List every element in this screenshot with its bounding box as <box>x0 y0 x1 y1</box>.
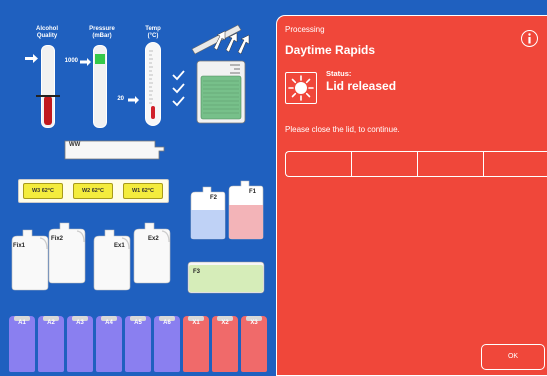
bottle-fix2[interactable]: Fix2 <box>47 222 87 284</box>
alcohol-quality-gauge[interactable] <box>36 45 60 128</box>
pressure-label: Pressure (mBar) <box>89 26 115 39</box>
pressure-value: 1000 <box>64 58 78 64</box>
reagent-bottle-a3[interactable]: A3 <box>67 316 93 372</box>
wax-bath-label: WW <box>69 142 81 148</box>
retort-graphic <box>191 24 250 124</box>
temperature-value: 20 <box>117 96 124 102</box>
protocol-name: Daytime Rapids <box>285 43 376 57</box>
bottle-ex1-label: Ex1 <box>114 243 125 249</box>
panel-header: Processing <box>285 25 325 34</box>
level-check-icons <box>172 70 185 107</box>
progress-divider <box>351 152 352 176</box>
info-glyph <box>528 33 531 44</box>
reagent-label: A1 <box>18 320 26 326</box>
reagent-label: X1 <box>192 320 200 326</box>
bottle-ex2[interactable]: Ex2 <box>132 222 172 284</box>
reagent-label: A4 <box>105 320 113 326</box>
arrow-right-icon <box>128 96 139 104</box>
reagent-bottle-a5[interactable]: A5 <box>125 316 151 372</box>
pressure-indicator <box>95 54 105 64</box>
reagent-label: A5 <box>134 320 142 326</box>
alcohol-quality-label: Alcohol Quality <box>36 26 58 39</box>
progress-divider <box>417 152 418 176</box>
bottle-fix1-graphic <box>11 229 49 291</box>
reagent-label: A6 <box>163 320 171 326</box>
pressure-gauge[interactable] <box>93 45 107 128</box>
temperature-fill <box>151 106 155 119</box>
reagent-bottle-x3[interactable]: X3 <box>241 316 267 372</box>
temperature-gauge[interactable] <box>145 42 161 126</box>
sun-icon <box>288 75 314 101</box>
retort[interactable] <box>190 23 260 126</box>
reagent-bottle-a4[interactable]: A4 <box>96 316 122 372</box>
reagent-bottle-a6[interactable]: A6 <box>154 316 180 372</box>
reagent-label: X2 <box>221 320 229 326</box>
bottle-f1[interactable]: F1 <box>227 180 265 240</box>
reagent-bottle-a1[interactable]: A1 <box>9 316 35 372</box>
alcohol-quality-fill <box>44 96 52 125</box>
status-value: Lid released <box>326 79 397 93</box>
reagent-bottle-x2[interactable]: X2 <box>212 316 238 372</box>
temperature-scale <box>149 50 153 104</box>
bottle-f1-graphic <box>228 180 264 240</box>
bottle-ex2-graphic <box>133 222 171 284</box>
bottle-fix2-graphic <box>48 222 86 284</box>
wax-bath[interactable]: WW <box>64 139 168 161</box>
arrow-right-icon <box>25 54 38 63</box>
wax-station-w1[interactable]: W1 62°C <box>123 183 163 199</box>
bottle-fix1[interactable]: Fix1 <box>10 229 50 291</box>
bottle-fix1-label: Fix1 <box>13 243 26 249</box>
info-icon[interactable] <box>521 30 538 47</box>
bottle-f2[interactable]: F2 <box>189 186 227 240</box>
status-label: Status: <box>326 69 352 78</box>
bottle-ex1-graphic <box>93 229 131 291</box>
status-icon-box <box>285 72 317 104</box>
wax-station-w3[interactable]: W3 62°C <box>23 183 63 199</box>
bottle-f3-label: F3 <box>193 269 201 275</box>
bottle-f1-label: F1 <box>249 189 257 195</box>
processing-panel: Processing Daytime Rapids Status: Lid re… <box>276 15 547 376</box>
temp-label: Temp (°C) <box>145 26 161 39</box>
processor-screen: Alcohol Quality Pressure (mBar) Temp (°C… <box>0 0 547 376</box>
bottle-fix2-label: Fix2 <box>51 236 64 242</box>
reagent-bottle-x1[interactable]: X1 <box>183 316 209 372</box>
bottle-f2-graphic <box>190 186 226 240</box>
bottle-f3-graphic <box>187 261 265 294</box>
panel-message: Please close the lid, to continue. <box>285 125 400 134</box>
alcohol-threshold-mark <box>36 95 60 97</box>
progress-bar <box>285 151 547 177</box>
bottle-ex2-label: Ex2 <box>148 236 159 242</box>
arrow-right-icon <box>80 58 91 66</box>
bottle-ex1[interactable]: Ex1 <box>92 229 132 291</box>
bottle-f2-label: F2 <box>210 195 218 201</box>
progress-divider <box>483 152 484 176</box>
bottle-f3[interactable]: F3 <box>187 261 265 294</box>
wax-station-w2[interactable]: W2 62°C <box>73 183 113 199</box>
reagent-label: X3 <box>250 320 258 326</box>
reagent-bottle-a2[interactable]: A2 <box>38 316 64 372</box>
ok-button[interactable]: OK <box>481 344 545 370</box>
reagent-label: A2 <box>47 320 55 326</box>
reagent-label: A3 <box>76 320 84 326</box>
